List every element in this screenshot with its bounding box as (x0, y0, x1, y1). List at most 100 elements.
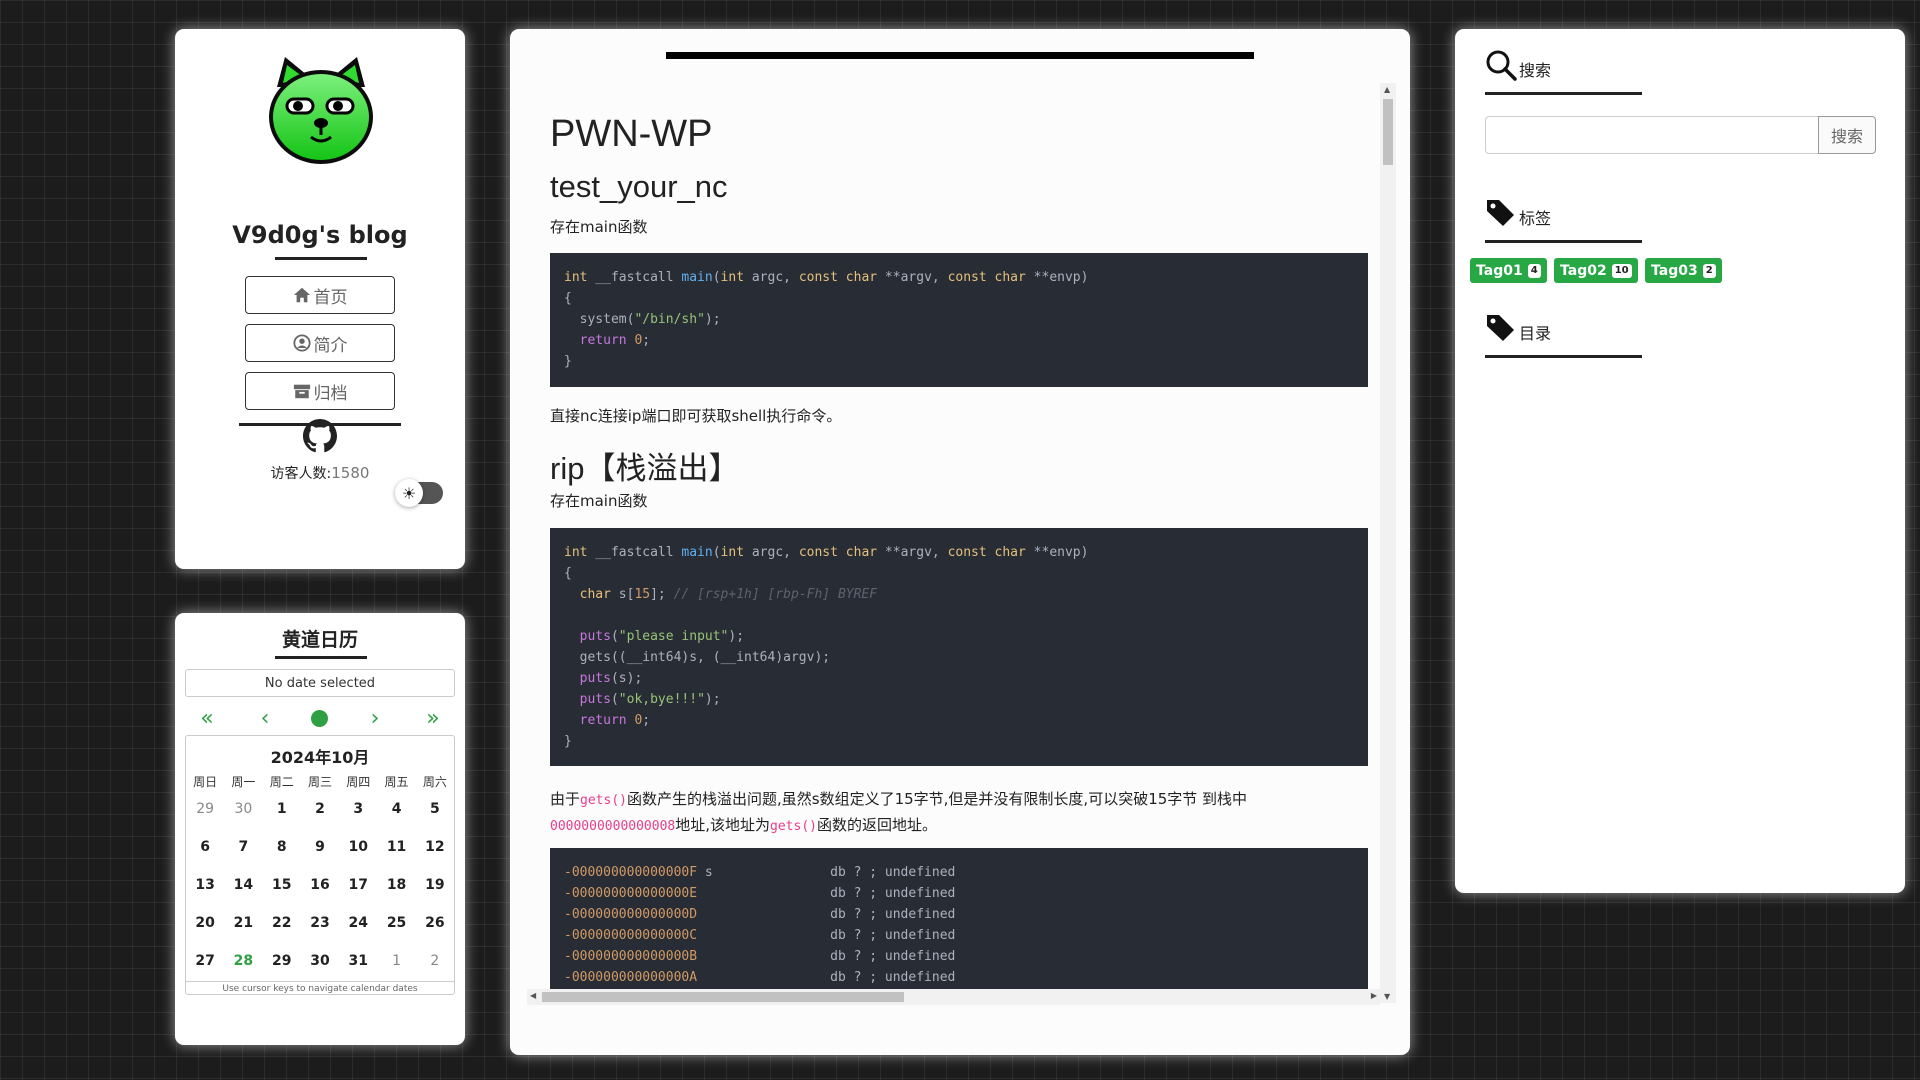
tag-item[interactable]: Tag03 2 (1645, 258, 1722, 283)
tag-item[interactable]: Tag01 4 (1470, 258, 1547, 283)
calendar-footer: Use cursor keys to navigate calendar dat… (185, 981, 455, 995)
tags-divider (1485, 240, 1642, 243)
toc-divider (1485, 355, 1642, 358)
current-month-button[interactable] (311, 710, 328, 727)
search-button[interactable]: 搜索 (1818, 116, 1876, 154)
stack-line: -000000000000000F s db ? ; undefined (564, 862, 1354, 883)
search-input[interactable] (1485, 116, 1819, 154)
search-heading: 搜索 (1485, 49, 1551, 81)
horizontal-scrollbar[interactable]: ◀ ▶ (527, 989, 1380, 1005)
calendar-day[interactable]: 27 (186, 942, 224, 980)
article-scroll-area[interactable]: PWN-WP test_your_nc 存在main函数 int __fastc… (540, 83, 1382, 1003)
weekday-label: 周六 (422, 775, 447, 789)
toc-heading: 目录 (1485, 312, 1551, 344)
calendar-day[interactable]: 1 (377, 942, 415, 980)
title-divider (275, 257, 367, 260)
calendar-day[interactable]: 15 (263, 866, 301, 904)
vertical-scroll-thumb[interactable] (1383, 99, 1393, 165)
stack-line-text: -000000000000000B db ? ; undefined (564, 949, 956, 964)
calendar-day[interactable]: 30 (224, 790, 262, 828)
tags-heading: 标签 (1485, 197, 1551, 229)
prev-month-icon[interactable]: ‹ (245, 703, 285, 733)
stack-line: -000000000000000D db ? ; undefined (564, 904, 1354, 925)
selected-date-display[interactable]: No date selected (185, 669, 455, 697)
vertical-scrollbar[interactable]: ▲ ▼ (1380, 83, 1396, 1003)
tag-item[interactable]: Tag02 10 (1554, 258, 1638, 283)
scroll-right-icon[interactable]: ▶ (1371, 991, 1377, 1000)
nav-home-label: 首页 (313, 287, 348, 308)
scroll-left-icon[interactable]: ◀ (530, 991, 536, 1000)
top-bar (666, 52, 1254, 59)
section2-paragraph: 由于gets()函数产生的栈溢出问题,虽然s数组定义了15字节,但是并没有限制长… (550, 787, 1370, 839)
section1-intro: 存在main函数 (550, 218, 648, 236)
home-icon (293, 287, 310, 303)
calendar-day[interactable]: 24 (339, 904, 377, 942)
calendar-grid: 2024年10月 周日 周一 周二 周三 周四 周五 周六 29 30 1 2 3 4 5 6 7 8 9 10 1… (185, 735, 455, 995)
calendar-day[interactable]: 10 (339, 828, 377, 866)
weekday-label: 周四 (346, 775, 371, 789)
para-text-c: 地址,该地址为 (675, 816, 771, 834)
calendar-day[interactable]: 29 (263, 942, 301, 980)
weekday-label: 周一 (231, 775, 256, 789)
calendar-day[interactable]: 11 (377, 828, 415, 866)
calendar-day[interactable]: 13 (186, 866, 224, 904)
calendar-day[interactable]: 30 (301, 942, 339, 980)
section1-heading: test_your_nc (550, 169, 728, 204)
toc-title: 目录 (1519, 324, 1552, 343)
calendar-day[interactable]: 25 (377, 904, 415, 942)
scroll-down-icon[interactable]: ▼ (1384, 992, 1390, 1001)
stack-line-text: -000000000000000C db ? ; undefined (564, 928, 956, 943)
section2-intro: 存在main函数 (550, 492, 648, 510)
calendar-day[interactable]: 23 (301, 904, 339, 942)
inline-code-gets-b: gets() (770, 819, 817, 834)
calendar-day[interactable]: 14 (224, 866, 262, 904)
scroll-up-icon[interactable]: ▲ (1384, 85, 1390, 94)
calendar-day[interactable]: 21 (224, 904, 262, 942)
code-block-3: -000000000000000F s db ? ; undefined -000… (550, 848, 1368, 1003)
tag-icon (1487, 315, 1514, 341)
next-month-icon[interactable]: › (355, 703, 395, 733)
calendar-day[interactable]: 3 (339, 790, 377, 828)
sun-icon: ☀ (395, 479, 423, 507)
theme-toggle[interactable]: ☀ (395, 479, 443, 507)
calendar-day[interactable]: 28 (224, 942, 262, 980)
tag-name: Tag01 (1476, 262, 1523, 279)
calendar-day[interactable]: 20 (186, 904, 224, 942)
doge-avatar-icon (269, 57, 373, 164)
code-block-2: int __fastcall main(int argc, const char… (550, 528, 1368, 766)
prev-year-icon[interactable]: « (187, 703, 227, 733)
github-icon[interactable] (303, 419, 337, 453)
next-year-icon[interactable]: » (413, 703, 453, 733)
calendar-day[interactable]: 31 (339, 942, 377, 980)
calendar-day[interactable]: 5 (416, 790, 454, 828)
nav-archive-button[interactable]: 归档 (245, 372, 395, 410)
calendar-days: 29 30 1 2 3 4 5 6 7 8 9 10 11 12 13 14 15 16 17 18 19 20 21 22 2… (186, 790, 454, 980)
nav-home-button[interactable]: 首页 (245, 276, 395, 314)
calendar-day[interactable]: 2 (416, 942, 454, 980)
calendar-day[interactable]: 18 (377, 866, 415, 904)
calendar-day[interactable]: 29 (186, 790, 224, 828)
calendar-day[interactable]: 16 (301, 866, 339, 904)
calendar-day[interactable]: 19 (416, 866, 454, 904)
calendar-title: 黄道日历 (281, 629, 358, 651)
horizontal-scroll-thumb[interactable] (542, 992, 904, 1002)
visitor-count: 1580 (331, 464, 370, 482)
calendar-day[interactable]: 1 (263, 790, 301, 828)
calendar-day[interactable]: 22 (263, 904, 301, 942)
calendar-day[interactable]: 8 (263, 828, 301, 866)
article-title: PWN-WP (550, 113, 713, 155)
tag-name: Tag03 (1651, 262, 1698, 279)
visitor-counter: 访客人数:1580 (175, 463, 465, 483)
calendar-day[interactable]: 6 (186, 828, 224, 866)
nav-about-button[interactable]: 简介 (245, 324, 395, 362)
calendar-day[interactable]: 17 (339, 866, 377, 904)
calendar-day[interactable]: 7 (224, 828, 262, 866)
search-title: 搜索 (1519, 61, 1552, 80)
stack-line: -000000000000000A db ? ; undefined (564, 967, 1354, 988)
calendar-day[interactable]: 2 (301, 790, 339, 828)
weekday-label: 周三 (307, 775, 332, 789)
calendar-day[interactable]: 9 (301, 828, 339, 866)
calendar-day[interactable]: 4 (377, 790, 415, 828)
calendar-day[interactable]: 26 (416, 904, 454, 942)
calendar-day[interactable]: 12 (416, 828, 454, 866)
